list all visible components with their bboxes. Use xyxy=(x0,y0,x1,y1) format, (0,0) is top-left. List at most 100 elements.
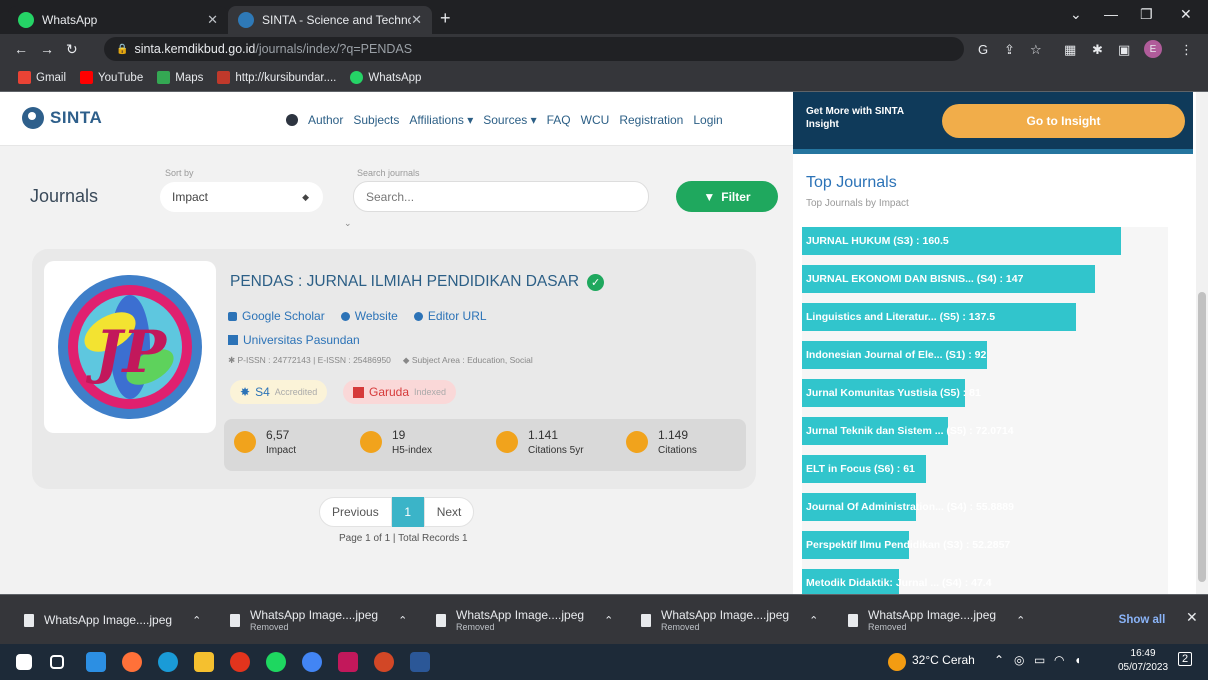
page-1-button[interactable]: 1 xyxy=(391,497,424,527)
kebab-menu-icon[interactable]: ⋮ xyxy=(1180,42,1193,58)
menu-sources[interactable]: Sources ▾ xyxy=(483,113,536,127)
chevron-up-icon[interactable]: ⌃ xyxy=(809,614,818,627)
chart-bar[interactable]: Indonesian Journal of Ele... (S1) : 92 xyxy=(802,341,987,369)
chevron-up-icon[interactable]: ⌃ xyxy=(604,614,613,627)
chart-bar[interactable]: Jurnal Teknik dan Sistem ... (S5) : 72.0… xyxy=(802,417,1014,445)
windows-start-icon[interactable] xyxy=(16,654,32,670)
editor-url-link[interactable]: Editor URL xyxy=(413,309,487,323)
download-item[interactable]: WhatsApp Image....jpeg Removed ⌃ xyxy=(230,595,407,645)
bookmark-youtube[interactable]: YouTube xyxy=(80,71,143,84)
spotify-icon[interactable] xyxy=(266,652,286,672)
youtube-icon xyxy=(80,71,94,84)
clock[interactable]: 16:49 05/07/2023 xyxy=(1118,647,1168,675)
menu-subjects[interactable]: Subjects xyxy=(353,113,399,127)
battery-icon[interactable]: ▭ xyxy=(1034,653,1045,667)
chart-bar[interactable]: Journal Of Administration... (S4) : 55.8… xyxy=(802,493,1014,521)
filter-button[interactable]: ▼ Filter xyxy=(676,181,778,212)
network-icon[interactable]: ◎ xyxy=(1014,653,1024,667)
forward-icon[interactable]: → xyxy=(40,41,54,57)
wifi-icon[interactable]: ◠ xyxy=(1054,653,1064,667)
chart-bar[interactable]: Linguistics and Literatur... (S5) : 137.… xyxy=(802,303,1076,331)
tab-sinta[interactable]: SINTA - Science and Technology ✕ xyxy=(228,6,432,34)
chevron-up-icon[interactable]: ⌃ xyxy=(1016,614,1025,627)
close-icon[interactable]: ✕ xyxy=(207,12,218,28)
weather-icon[interactable] xyxy=(888,653,906,671)
garuda-badge[interactable]: Garuda Indexed xyxy=(343,380,457,404)
sort-select[interactable]: Impact ◆ xyxy=(160,182,323,212)
show-all-button[interactable]: Show all xyxy=(1112,609,1172,631)
flash-icon[interactable] xyxy=(230,652,250,672)
edge-icon[interactable] xyxy=(158,652,178,672)
tab-whatsapp[interactable]: WhatsApp ✕ xyxy=(8,6,228,34)
download-item[interactable]: WhatsApp Image....jpeg Removed ⌃ xyxy=(641,595,818,645)
app-icon[interactable] xyxy=(338,652,358,672)
journal-title[interactable]: PENDAS : JURNAL ILMIAH PENDIDIKAN DASAR ✓ xyxy=(230,273,605,291)
scrollbar-thumb[interactable] xyxy=(1198,292,1206,582)
pagination: Previous 1 Next xyxy=(319,497,475,527)
home-icon[interactable] xyxy=(286,114,298,126)
chart-bar[interactable]: Perspektif Ilmu Pendidikan (S3) : 52.285… xyxy=(802,531,1010,559)
chart-bar[interactable]: JURNAL HUKUM (S3) : 160.5 xyxy=(802,227,1121,255)
website-link[interactable]: Website xyxy=(340,309,398,323)
notifications-icon[interactable]: 2 xyxy=(1178,652,1193,666)
firefox-icon[interactable] xyxy=(122,652,142,672)
omnibox[interactable]: 🔒 sinta.kemdikbud.go.id/journals/index/?… xyxy=(104,37,964,61)
google-icon[interactable]: G xyxy=(978,42,988,57)
chevron-up-icon[interactable]: ⌃ xyxy=(192,614,201,627)
chevron-up-icon[interactable]: ⌃ xyxy=(398,614,407,627)
chart-bar[interactable]: Metodik Didaktik: Jurnal ... (S4) : 47.4 xyxy=(802,569,992,594)
close-icon[interactable]: ✕ xyxy=(1186,609,1198,626)
chrome-icon[interactable] xyxy=(302,652,322,672)
chevron-down-icon[interactable]: ⌄ xyxy=(1070,6,1082,23)
volume-icon[interactable]: ◖ xyxy=(1074,653,1081,667)
weather-text[interactable]: 32°C Cerah xyxy=(912,653,975,667)
chart-bar[interactable]: ELT in Focus (S6) : 61 xyxy=(802,455,926,483)
word-icon[interactable] xyxy=(410,652,430,672)
powerpoint-icon[interactable] xyxy=(374,652,394,672)
chart-bar[interactable]: Jurnal Komunitas Yustisia (S5) : 81 xyxy=(802,379,981,407)
affiliation-link[interactable]: Universitas Pasundan xyxy=(228,333,360,347)
globe-icon xyxy=(340,311,350,321)
chart-bar[interactable]: JURNAL EKONOMI DAN BISNIS... (S4) : 147 xyxy=(802,265,1095,293)
bookmark-maps[interactable]: Maps xyxy=(157,71,203,84)
sidepanel-icon[interactable]: ▣ xyxy=(1118,42,1130,58)
download-item[interactable]: WhatsApp Image....jpeg ⌃ xyxy=(24,595,201,645)
go-to-insight-button[interactable]: Go to Insight xyxy=(942,104,1185,138)
previous-page-button[interactable]: Previous xyxy=(319,497,392,527)
new-tab-icon[interactable]: + xyxy=(440,8,451,29)
menu-author[interactable]: Author xyxy=(308,113,343,127)
puzzle-icon[interactable]: ✱ xyxy=(1092,42,1103,58)
file-explorer-icon[interactable] xyxy=(194,652,214,672)
download-item[interactable]: WhatsApp Image....jpeg Removed ⌃ xyxy=(436,595,613,645)
bookmark-label: WhatsApp xyxy=(368,71,422,84)
bookmark-gmail[interactable]: Gmail xyxy=(18,71,66,84)
file-icon xyxy=(641,613,651,627)
back-icon[interactable]: ← xyxy=(14,41,28,57)
restore-icon[interactable]: ❐ xyxy=(1140,6,1153,23)
next-page-button[interactable]: Next xyxy=(423,497,475,527)
mail-icon[interactable] xyxy=(86,652,106,672)
bookmark-whatsapp[interactable]: WhatsApp xyxy=(350,71,421,84)
menu-registration[interactable]: Registration xyxy=(619,113,683,127)
menu-login[interactable]: Login xyxy=(693,113,722,127)
page-scrollbar[interactable] xyxy=(1196,92,1208,594)
profile-avatar[interactable]: E xyxy=(1144,40,1162,58)
download-item[interactable]: WhatsApp Image....jpeg Removed ⌃ xyxy=(848,595,1025,645)
window-close-icon[interactable]: ✕ xyxy=(1180,6,1192,23)
tray-chevron-icon[interactable]: ⌃ xyxy=(994,653,1004,667)
bookmark-kursibundar[interactable]: http://kursibundar.... xyxy=(217,71,336,84)
menu-faq[interactable]: FAQ xyxy=(547,113,571,127)
extension-icon[interactable]: ▦ xyxy=(1064,42,1076,58)
close-icon[interactable]: ✕ xyxy=(411,12,422,28)
menu-affiliations[interactable]: Affiliations ▾ xyxy=(409,113,473,127)
share-icon[interactable]: ⇪ xyxy=(1004,42,1015,58)
reload-icon[interactable]: ↻ xyxy=(66,41,78,58)
menu-wcu[interactable]: WCU xyxy=(581,113,610,127)
task-view-icon[interactable] xyxy=(50,655,64,669)
minimize-icon[interactable]: — xyxy=(1104,6,1118,22)
chevron-down-icon[interactable]: ⌄ xyxy=(344,218,352,229)
sinta-logo[interactable]: SINTA xyxy=(22,107,102,129)
google-scholar-link[interactable]: Google Scholar xyxy=(228,309,325,323)
search-input[interactable]: Search... xyxy=(353,181,649,212)
bookmark-star-icon[interactable]: ☆ xyxy=(1030,42,1042,58)
